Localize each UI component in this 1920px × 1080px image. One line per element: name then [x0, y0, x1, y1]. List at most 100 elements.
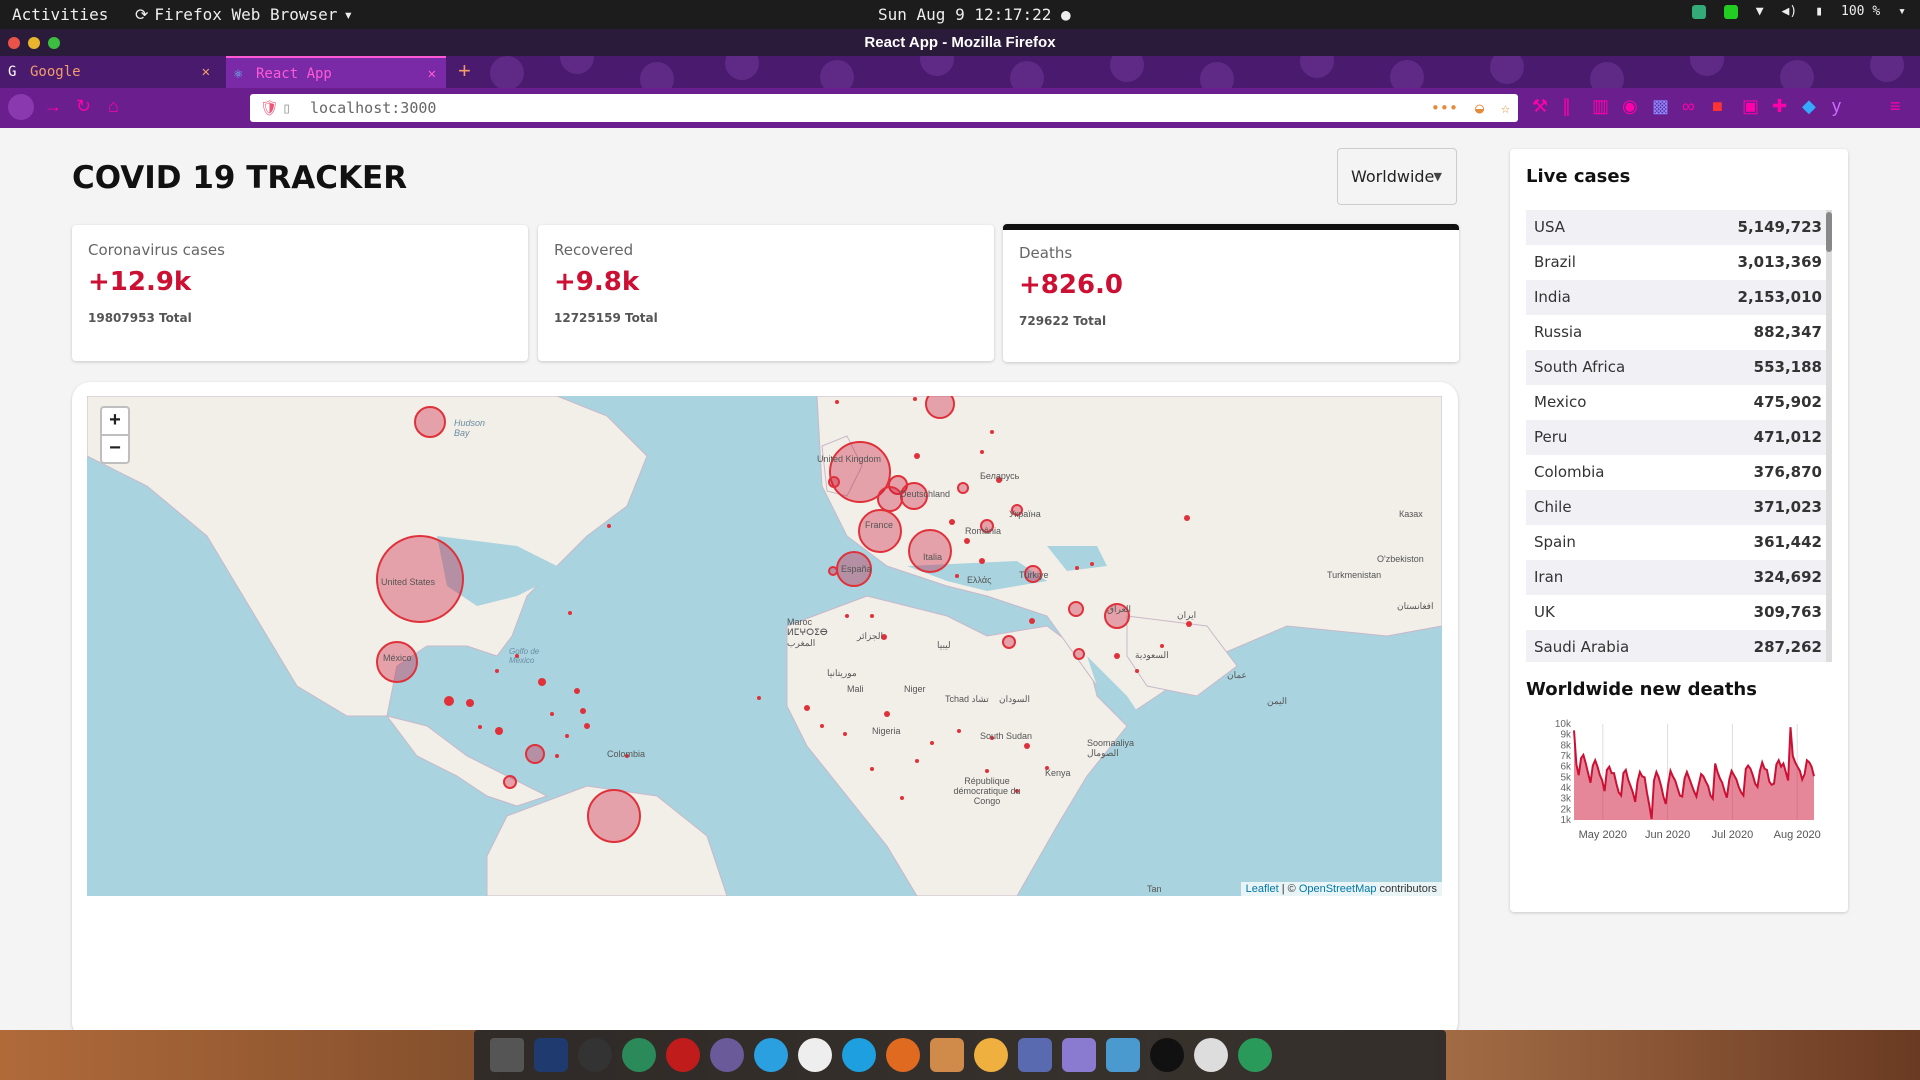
- firefox-icon[interactable]: [886, 1038, 920, 1072]
- extension-icon[interactable]: y: [1832, 96, 1841, 117]
- chevron-down-icon: ▼: [1433, 170, 1442, 183]
- case-count: 361,442: [1753, 533, 1822, 551]
- app-menu[interactable]: ⟳ Firefox Web Browser ▾: [135, 5, 353, 24]
- close-icon[interactable]: ✕: [202, 56, 210, 88]
- country-select[interactable]: Worldwide ▼: [1337, 148, 1457, 205]
- bubble-brazil[interactable]: [587, 789, 641, 843]
- maximize-window-button[interactable]: [48, 37, 60, 49]
- files-icon[interactable]: [710, 1038, 744, 1072]
- bubble-italy[interactable]: [908, 529, 952, 573]
- page-icon: ▯: [282, 99, 292, 117]
- android-icon[interactable]: [1238, 1038, 1272, 1072]
- tab-google[interactable]: G Google ✕: [0, 56, 220, 88]
- bubble-country[interactable]: [957, 482, 969, 494]
- intellij-icon[interactable]: [534, 1038, 568, 1072]
- extension-icon[interactable]: ■: [1712, 96, 1723, 117]
- reload-icon[interactable]: ↻: [76, 96, 91, 117]
- close-icon[interactable]: ✕: [428, 58, 436, 88]
- map-label: Turkmenistan: [1327, 570, 1382, 580]
- menu-icon[interactable]: ≡: [1890, 96, 1901, 117]
- chatgpt-icon[interactable]: [622, 1038, 656, 1072]
- github-icon[interactable]: [1150, 1038, 1184, 1072]
- live-cases-table[interactable]: USA 5,149,723 Brazil 3,013,369 India 2,153,01…: [1526, 210, 1832, 662]
- vpn-icon[interactable]: [1194, 1038, 1228, 1072]
- pocket-icon[interactable]: ◒: [1475, 94, 1484, 122]
- country-name: Mexico: [1534, 393, 1587, 411]
- info-box-title: Deaths: [1019, 244, 1073, 262]
- app-grid-icon[interactable]: [490, 1038, 524, 1072]
- world-map[interactable]: Hudson Bay United Kingdom Deutschland Бе…: [87, 396, 1442, 896]
- scrollbar-thumb[interactable]: [1826, 212, 1832, 252]
- theme-decoration: [1490, 56, 1524, 84]
- country-name: UK: [1534, 603, 1555, 621]
- info-box-deaths[interactable]: Deaths +826.0 729622 Total: [1003, 224, 1459, 362]
- bubble-sweden[interactable]: [925, 396, 955, 419]
- clock-app-icon[interactable]: [798, 1038, 832, 1072]
- document-icon[interactable]: [1062, 1038, 1096, 1072]
- map-label: France: [865, 520, 894, 530]
- bubble-iraq[interactable]: [1068, 601, 1084, 617]
- case-count: 2,153,010: [1737, 288, 1822, 306]
- y-tick-label: 9k: [1560, 730, 1572, 741]
- account-icon[interactable]: ◉: [1622, 96, 1638, 117]
- extension-icon[interactable]: ◆: [1802, 96, 1816, 117]
- remote-desktop-icon[interactable]: [1018, 1038, 1052, 1072]
- country-name: South Africa: [1534, 358, 1626, 376]
- new-tab-icon[interactable]: +: [458, 58, 471, 84]
- tab-react-app[interactable]: ⚛ React App ✕: [226, 56, 446, 88]
- camera-icon[interactable]: [974, 1038, 1008, 1072]
- leaflet-link[interactable]: Leaflet: [1246, 883, 1279, 895]
- screenshot-icon[interactable]: ▣: [1742, 96, 1759, 117]
- extension-icon[interactable]: ▩: [1652, 96, 1669, 117]
- clock[interactable]: Sun Aug 9 12:17:22 ●: [878, 5, 1071, 24]
- archive-icon[interactable]: [930, 1038, 964, 1072]
- forward-icon[interactable]: →: [44, 96, 62, 117]
- bubble-country[interactable]: [828, 476, 840, 488]
- zoom-in-button[interactable]: +: [100, 406, 130, 436]
- openstreetmap-link[interactable]: OpenStreetMap: [1299, 883, 1377, 895]
- mask-icon[interactable]: ∞: [1682, 96, 1695, 117]
- sidebar-icon[interactable]: ▥: [1592, 96, 1609, 117]
- check-icon: [1723, 4, 1738, 19]
- activities-button[interactable]: Activities: [12, 5, 108, 24]
- library-icon[interactable]: ∥: [1562, 96, 1571, 117]
- system-tray[interactable]: ▼ ◀) ▮ 100 % ▾: [1691, 4, 1906, 19]
- bubble-colombia[interactable]: [525, 744, 545, 764]
- land-central-america: [385, 715, 549, 807]
- table-scrollbar[interactable]: [1826, 210, 1832, 662]
- bubble-country[interactable]: [1073, 648, 1085, 660]
- bubble-canada[interactable]: [414, 406, 446, 438]
- back-icon[interactable]: [8, 94, 34, 120]
- country-name: Saudi Arabia: [1534, 638, 1630, 656]
- telegram-icon[interactable]: [754, 1038, 788, 1072]
- theme-decoration: [1300, 56, 1334, 78]
- minimize-window-button[interactable]: [28, 37, 40, 49]
- bubble-country[interactable]: [828, 566, 838, 576]
- system-top-bar: Activities ⟳ Firefox Web Browser ▾ Sun A…: [0, 0, 1920, 29]
- bubble-country[interactable]: [877, 486, 903, 512]
- redis-icon[interactable]: [666, 1038, 700, 1072]
- zoom-out-button[interactable]: −: [100, 434, 130, 464]
- info-box-recovered[interactable]: Recovered +9.8k 12725159 Total: [538, 225, 994, 361]
- map-label: México: [383, 653, 412, 663]
- map-label: ایران: [1177, 610, 1197, 620]
- page-actions-icon[interactable]: •••: [1431, 94, 1458, 122]
- wrench-icon[interactable]: ⚒: [1532, 96, 1548, 117]
- bubble-country[interactable]: [503, 775, 517, 789]
- text-editor-icon[interactable]: [1106, 1038, 1140, 1072]
- info-box-cases[interactable]: Coronavirus cases +12.9k 19807953 Total: [72, 225, 528, 361]
- bubble-egypt[interactable]: [1002, 635, 1016, 649]
- skype-icon[interactable]: [842, 1038, 876, 1072]
- map-label: Hudson Bay: [454, 418, 486, 438]
- puzzle-icon[interactable]: ✚: [1772, 96, 1787, 117]
- map-label: Беларусь: [980, 471, 1020, 481]
- bookmark-star-icon[interactable]: ☆: [1501, 94, 1510, 122]
- terminal-icon[interactable]: [578, 1038, 612, 1072]
- address-bar[interactable]: 🛡 ▯ localhost:3000 ••• ◒ ☆: [250, 94, 1518, 122]
- home-icon[interactable]: ⌂: [108, 96, 119, 117]
- country-name: Brazil: [1534, 253, 1576, 271]
- bubble-france[interactable]: [858, 509, 902, 553]
- window-title: React App - Mozilla Firefox: [864, 34, 1056, 51]
- close-window-button[interactable]: [8, 37, 20, 49]
- tab-label: React App: [256, 66, 332, 82]
